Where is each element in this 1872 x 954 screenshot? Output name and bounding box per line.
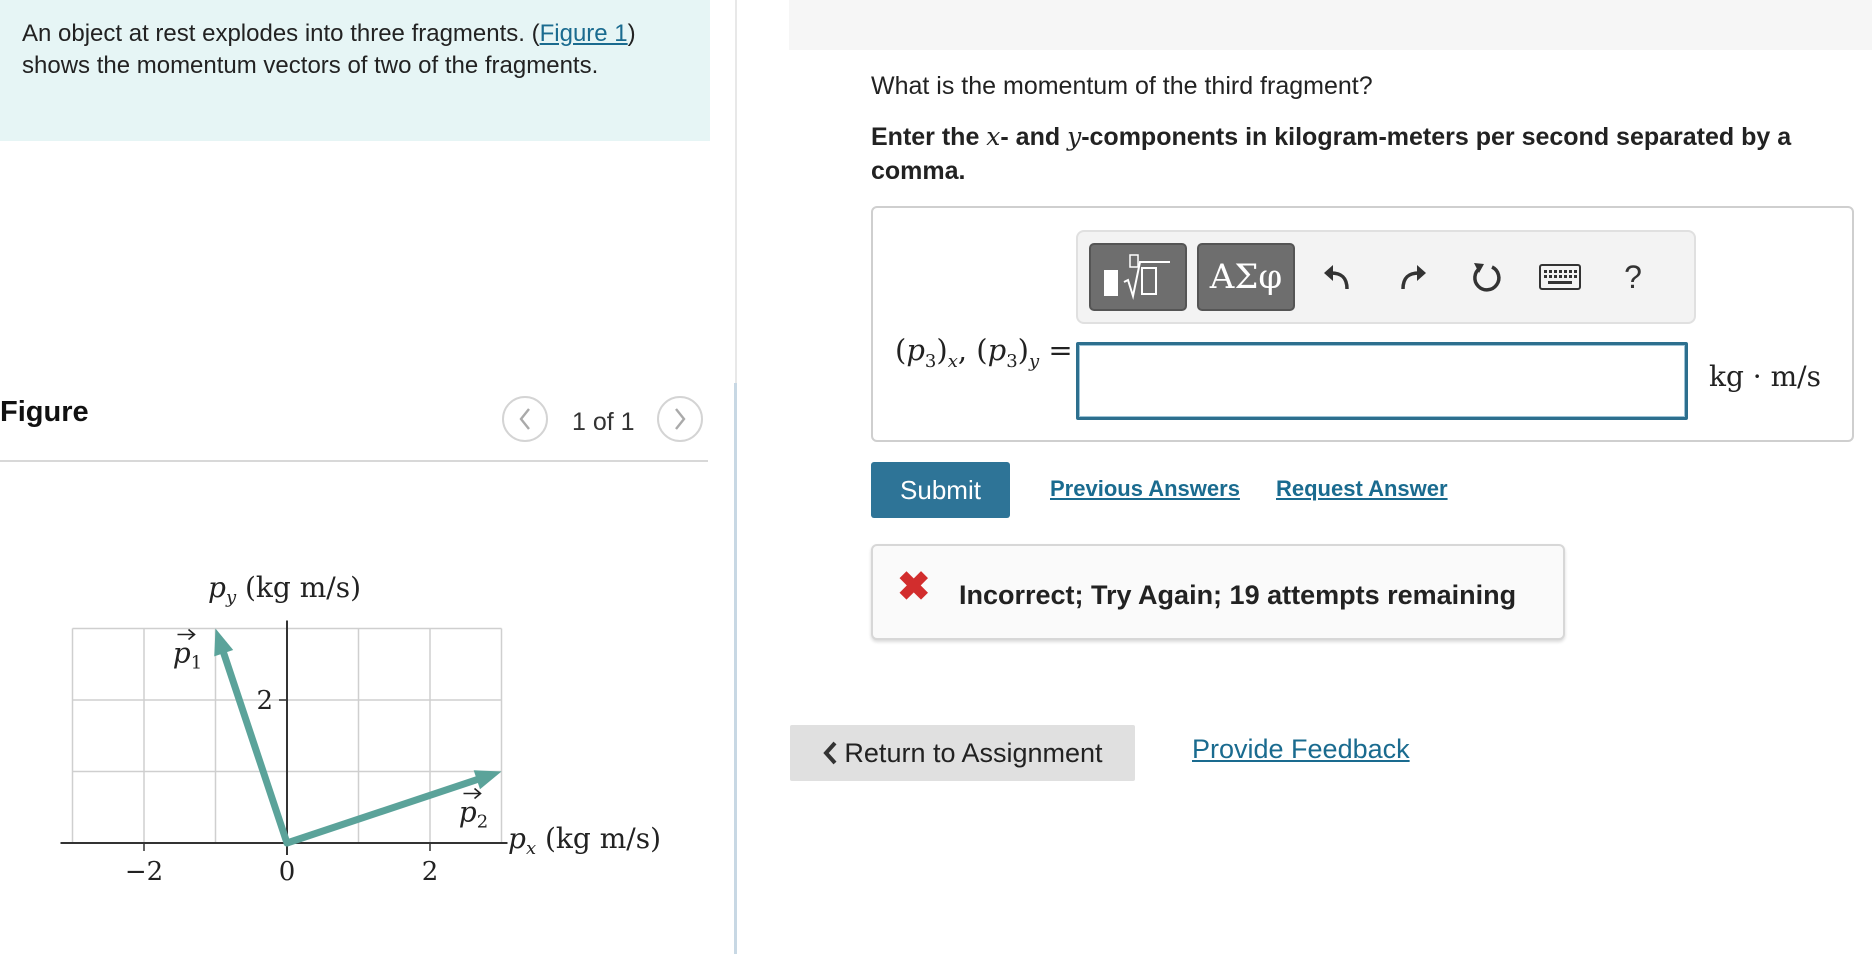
intro-text-before: An object at rest explodes into three fr…: [22, 20, 540, 47]
vector-p2-head: [473, 770, 502, 790]
submit-button[interactable]: Submit: [871, 462, 1010, 518]
figure-divider: [0, 460, 708, 462]
templates-button[interactable]: [1089, 243, 1187, 311]
chevron-right-icon: [675, 408, 686, 430]
y-tick-label: 2: [256, 686, 273, 716]
chevron-left-icon: [519, 408, 530, 430]
previous-figure-button[interactable]: [502, 396, 548, 442]
reset-button[interactable]: [1461, 254, 1511, 300]
momentum-vector-chart: py (kg m/s) px (kg m/s) −2 0 22 p1p2: [60, 571, 661, 887]
answer-input[interactable]: [1076, 342, 1688, 420]
x-tick-label: −2: [125, 857, 163, 887]
reset-icon: [1473, 263, 1501, 292]
question-instruction: Enter the x- and y-components in kilogra…: [871, 120, 1851, 188]
answer-unit: kg · m/s: [1709, 360, 1821, 393]
provide-feedback-link[interactable]: Provide Feedback: [1192, 734, 1410, 765]
answer-label: (p3)x, (p3)y =: [895, 333, 1073, 372]
request-answer-link[interactable]: Request Answer: [1276, 476, 1448, 502]
y-axis-title: py (kg m/s): [208, 571, 361, 608]
answer-box: ΑΣφ ? (p3)x, (p3)y = kg · m/s: [871, 206, 1854, 442]
instruction-part-1: Enter the: [871, 123, 987, 151]
x-axis-title: px (kg m/s): [508, 822, 661, 859]
redo-button[interactable]: [1388, 254, 1438, 300]
answer-label-x: x: [947, 350, 958, 372]
vector-p1-head: [214, 628, 234, 657]
x-mark-icon: ✖: [897, 565, 931, 609]
chart-axes: [60, 620, 508, 855]
greek-symbols-button[interactable]: ΑΣφ: [1197, 243, 1295, 311]
left-pane: An object at rest explodes into three fr…: [0, 0, 735, 954]
return-to-assignment-label: Return to Assignment: [844, 737, 1103, 768]
instruction-x-symbol: x: [986, 122, 1001, 151]
undo-button[interactable]: [1312, 254, 1362, 300]
x-axis-symbol: p: [508, 822, 526, 855]
answer-label-3-2: 3: [1006, 350, 1018, 372]
right-pane: What is the momentum of the third fragme…: [737, 0, 1872, 954]
help-button[interactable]: ?: [1608, 254, 1658, 300]
undo-icon: [1324, 265, 1349, 290]
math-toolbar: ΑΣφ ?: [1076, 230, 1696, 324]
next-figure-button[interactable]: [657, 396, 703, 442]
y-axis-symbol: p: [208, 571, 226, 604]
chart-tick-labels: −2 0 2 2: [125, 686, 438, 887]
figure-heading: Figure: [0, 396, 89, 428]
keyboard-icon: [1539, 264, 1581, 290]
vector-p2-label: p2: [459, 796, 488, 833]
chevron-left-icon: [823, 741, 837, 765]
x-tick-label: 0: [279, 857, 296, 887]
vector-p2-shaft: [283, 776, 481, 847]
return-to-assignment-button[interactable]: Return to Assignment: [790, 725, 1135, 781]
previous-answers-link[interactable]: Previous Answers: [1050, 476, 1240, 502]
problem-intro: An object at rest explodes into three fr…: [0, 0, 710, 141]
chart-vectors: p1 p2: [173, 628, 502, 847]
part-header-strip: [789, 0, 1872, 50]
feedback-text: Incorrect; Try Again; 19 attempts remain…: [959, 580, 1517, 610]
instruction-part-2: - and: [1000, 123, 1068, 151]
answer-label-y: y: [1028, 350, 1040, 372]
x-axis-unit: (kg m/s): [536, 822, 661, 855]
answer-label-p: p: [906, 333, 925, 367]
templates-icon: [1104, 254, 1170, 300]
answer-label-p-2: p: [987, 333, 1007, 367]
y-axis-unit: (kg m/s): [236, 571, 361, 604]
answer-label-3: 3: [924, 350, 937, 372]
figure-pager-text: 1 of 1: [572, 408, 635, 436]
keyboard-button[interactable]: [1535, 254, 1585, 300]
vector-p1-shaft: [220, 649, 291, 847]
redo-icon: [1401, 265, 1426, 290]
x-tick-label: 2: [422, 857, 439, 887]
feedback-message: ✖ Incorrect; Try Again; 19 attempts rema…: [871, 544, 1565, 640]
x-axis-subscript: x: [526, 838, 536, 859]
vector-p1-label: p1: [173, 637, 202, 674]
question-prompt: What is the momentum of the third fragme…: [871, 72, 1373, 100]
figure-1-link[interactable]: Figure 1: [540, 20, 628, 47]
instruction-y-symbol: y: [1067, 122, 1082, 151]
